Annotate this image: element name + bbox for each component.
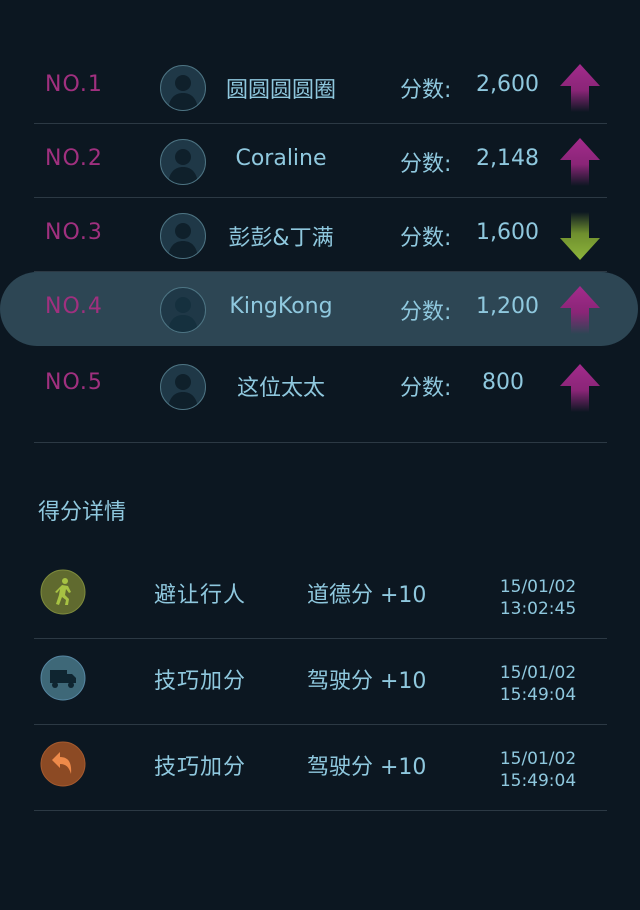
arrow-up-icon xyxy=(558,62,602,114)
player-name: 圆圆圆圆圈 xyxy=(225,78,336,103)
arrow-up-icon xyxy=(558,284,602,336)
score-value: 800 xyxy=(482,370,524,395)
score-label: 分数: xyxy=(400,152,452,177)
action-name: 技巧加分 xyxy=(154,669,247,694)
divider xyxy=(34,810,607,811)
rank-number: NO.2 xyxy=(45,146,103,171)
time: 15:49:04 xyxy=(499,771,577,791)
list-item[interactable]: 避让行人 道德分 +10 15/01/02 13:02:45 xyxy=(0,553,640,639)
ranking-row-current-user[interactable]: NO.4 KingKong 分数: 1,200 xyxy=(0,272,640,346)
time: 15:49:04 xyxy=(499,685,577,705)
time: 13:02:45 xyxy=(499,599,577,619)
action-name: 避让行人 xyxy=(154,583,247,608)
score-value: 1,600 xyxy=(476,220,539,245)
list-item[interactable]: 技巧加分 驾驶分 +10 15/01/02 15:49:04 xyxy=(0,639,640,725)
action-name: 技巧加分 xyxy=(154,755,247,780)
date: 15/01/02 xyxy=(499,749,577,769)
score-value: 2,148 xyxy=(476,146,539,171)
avatar xyxy=(160,364,206,410)
truck-icon xyxy=(40,655,86,701)
ranking-row[interactable]: NO.5 这位太太 分数: 800 xyxy=(0,346,640,443)
points-value: 驾驶分 +10 xyxy=(307,755,427,780)
avatar xyxy=(160,287,206,333)
player-name: 彭彭&丁满 xyxy=(228,226,334,251)
ranking-row[interactable]: NO.3 彭彭&丁满 分数: 1,600 xyxy=(0,198,640,272)
player-name: 这位太太 xyxy=(236,376,325,401)
arrow-up-icon xyxy=(558,362,602,414)
divider xyxy=(34,442,607,443)
avatar xyxy=(160,65,206,111)
score-label: 分数: xyxy=(400,376,452,401)
points-value: 道德分 +10 xyxy=(307,583,427,608)
ranking-list: NO.1 圆圆圆圆圈 分数: 2,600 NO.2 Coraline 分数: 2… xyxy=(0,50,640,443)
date: 15/01/02 xyxy=(499,577,577,597)
rank-number: NO.1 xyxy=(45,72,103,97)
u-turn-icon xyxy=(40,741,86,787)
rank-number: NO.5 xyxy=(45,370,103,395)
date: 15/01/02 xyxy=(499,663,577,683)
pedestrian-icon xyxy=(40,569,86,615)
ranking-row[interactable]: NO.1 圆圆圆圆圈 分数: 2,600 xyxy=(0,50,640,124)
ranking-row[interactable]: NO.2 Coraline 分数: 2,148 xyxy=(0,124,640,198)
score-label: 分数: xyxy=(400,78,452,103)
score-label: 分数: xyxy=(400,226,452,251)
score-value: 2,600 xyxy=(476,72,539,97)
rank-number: NO.4 xyxy=(45,294,103,319)
points-value: 驾驶分 +10 xyxy=(307,669,427,694)
leaderboard-screen: { "ranking": [ {"no": "NO.1", "name": "圆… xyxy=(0,0,640,910)
score-details-list: 避让行人 道德分 +10 15/01/02 13:02:45 技巧加分 驾驶分 … xyxy=(0,553,640,811)
score-value: 1,200 xyxy=(476,294,539,319)
arrow-up-icon xyxy=(558,136,602,188)
section-title: 得分详情 xyxy=(38,500,127,525)
score-label: 分数: xyxy=(400,300,452,325)
list-item[interactable]: 技巧加分 驾驶分 +10 15/01/02 15:49:04 xyxy=(0,725,640,811)
player-name: Coraline xyxy=(235,146,327,171)
avatar xyxy=(160,139,206,185)
arrow-down-icon xyxy=(558,210,602,262)
rank-number: NO.3 xyxy=(45,220,103,245)
avatar xyxy=(160,213,206,259)
player-name: KingKong xyxy=(229,294,333,319)
